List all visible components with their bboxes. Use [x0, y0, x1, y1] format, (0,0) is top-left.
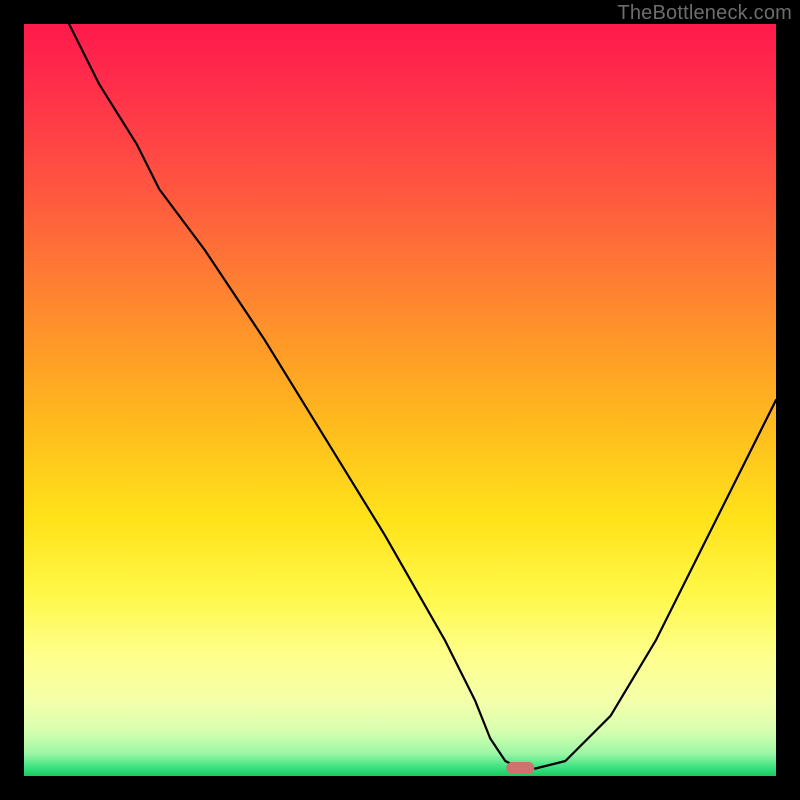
curve-layer	[24, 24, 776, 776]
plot-area	[24, 24, 776, 776]
bottleneck-curve	[69, 24, 776, 769]
chart-frame: TheBottleneck.com	[0, 0, 800, 800]
optimal-marker	[506, 762, 534, 774]
watermark-text: TheBottleneck.com	[617, 2, 792, 25]
